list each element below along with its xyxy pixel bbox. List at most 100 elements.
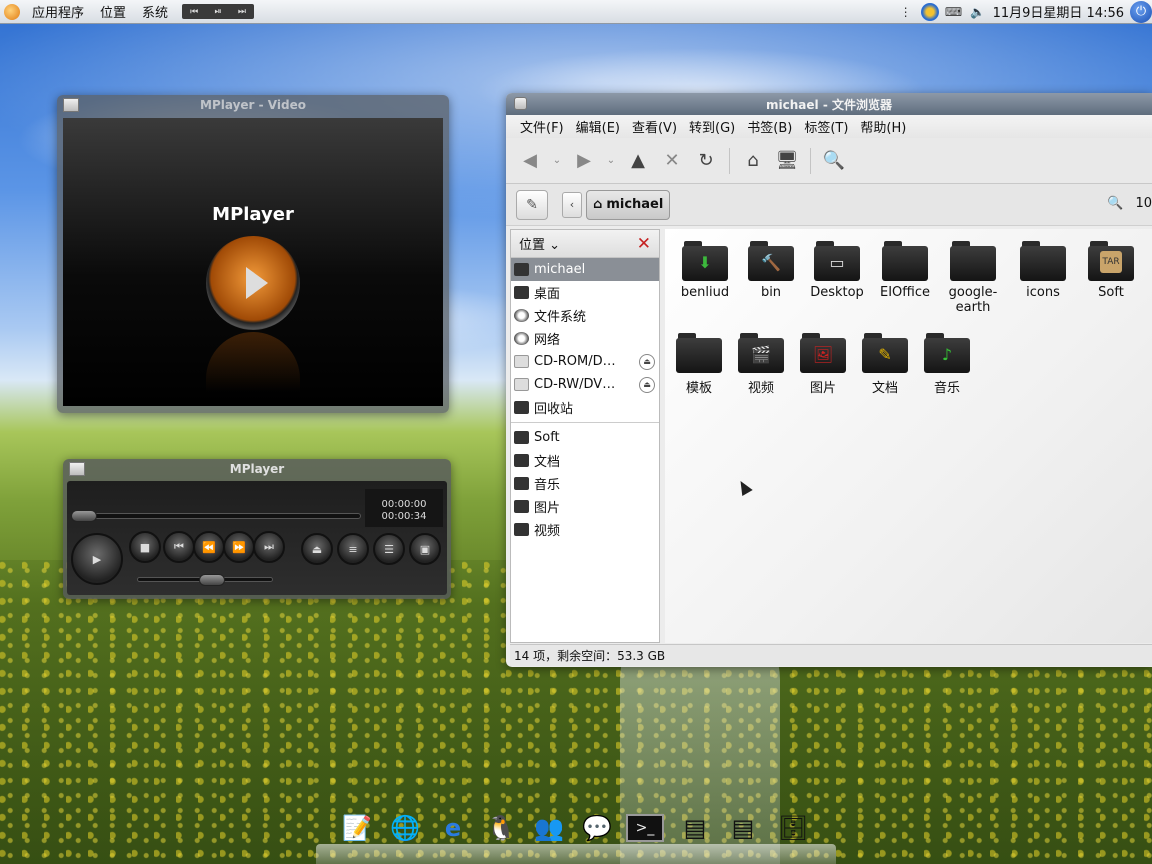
volume-handle[interactable] [199,574,225,586]
seek-handle[interactable] [71,510,97,522]
home-icon[interactable]: ⌂ [739,147,767,175]
video-canvas[interactable]: MPlayer [63,118,443,406]
keyboard-icon[interactable]: ⌨ [945,3,963,21]
distro-logo-icon[interactable] [0,0,24,24]
zoom-out-icon[interactable]: 🔍 [1107,196,1123,211]
breadcrumb-scroll-left-button[interactable]: ‹ [562,191,582,218]
file-item-pictures[interactable]: 🖼 图片 [789,333,857,396]
mplayer-control-titlebar[interactable]: MPlayer [63,459,451,479]
internet-explorer-icon[interactable]: e [434,808,472,848]
bookmark-pictures[interactable]: 图片 [511,495,659,518]
panel-menu-places[interactable]: 位置 [92,2,134,21]
next-button[interactable]: ⏭ [253,531,285,563]
power-icon[interactable]: ⏻ [1130,0,1152,23]
window-menu-icon[interactable] [514,97,527,110]
bookmark-soft[interactable]: Soft [511,426,659,449]
side-pane-close-icon[interactable]: ✕ [637,234,651,254]
text-editor-icon[interactable]: 📝 [338,808,376,848]
forward-history-chevron-icon[interactable]: ⌄ [604,147,618,175]
place-cdrw[interactable]: CD-RW/DV… ⏏ [511,373,659,396]
panel-clock[interactable]: 11月9日星期日 14:56 [993,2,1124,21]
place-cdrom[interactable]: CD-ROM/D… ⏏ [511,350,659,373]
stop-button[interactable]: ■ [129,531,161,563]
eject-icon[interactable]: ⏏ [639,353,655,370]
menu-bookmarks[interactable]: 书签(B) [741,117,798,136]
seek-bar[interactable] [73,513,361,519]
messenger-icon[interactable]: 💬 [578,808,616,848]
bookmark-music[interactable]: 音乐 [511,472,659,495]
time-elapsed: 00:00:00 [381,499,427,510]
mplayer-video-titlebar[interactable]: MPlayer - Video [57,95,449,115]
menu-file[interactable]: 文件(F) [514,117,570,136]
folder-emblem-icon [688,343,710,365]
folder-emblem-icon: TAR [1100,251,1122,273]
file-item-desktop[interactable]: ▭ Desktop [803,241,871,300]
equalizer-button[interactable]: ≡ [337,533,369,565]
forward-arrow-icon[interactable]: ▶ [570,147,598,175]
media-prev-icon[interactable]: ⏮ [190,7,198,17]
rewind-button[interactable]: ⏪ [193,531,225,563]
file-item-label: 视频 [747,381,774,396]
window-menu-icon[interactable] [63,98,79,112]
back-arrow-icon[interactable]: ◀ [516,147,544,175]
window-menu-icon[interactable] [69,462,85,476]
file-item-eioffice[interactable]: EIOffice [871,241,939,300]
place-filesystem[interactable]: 文件系统 [511,304,659,327]
menu-help[interactable]: 帮助(H) [854,117,912,136]
icon-view[interactable]: ⬇ benliud 🔨 bin ▭ Desktop EIOffice google-earth… [665,229,1152,643]
place-home[interactable]: michael [511,258,659,281]
menu-edit[interactable]: 编辑(E) [570,117,626,136]
video-play-logo-icon [206,236,300,330]
panel-menu-system[interactable]: 系统 [134,2,176,21]
file-cabinet-icon[interactable]: 🗄 [774,808,812,848]
bookmark-documents[interactable]: 文档 [511,449,659,472]
eject-button[interactable]: ⏏ [301,533,333,565]
file-item-documents[interactable]: ✎ 文档 [851,333,919,396]
file-item-soft[interactable]: TAR Soft [1077,241,1145,300]
volume-icon[interactable]: 🔈 [969,3,987,21]
qq-swirl-icon[interactable] [920,2,939,21]
playlist-button[interactable]: ☰ [373,533,405,565]
notes-icon[interactable]: ▤ [724,808,762,848]
terminal-icon[interactable]: >_ [626,814,664,842]
zoom-level[interactable]: 10 [1135,196,1152,211]
file-item-benliud[interactable]: ⬇ benliud [671,241,739,300]
back-history-chevron-icon[interactable]: ⌄ [550,147,564,175]
fullscreen-button[interactable]: ▣ [409,533,441,565]
file-item-google-earth[interactable]: google-earth [939,241,1007,315]
place-desktop[interactable]: 桌面 [511,281,659,304]
place-network[interactable]: 网络 [511,327,659,350]
tray-handle-icon[interactable]: ⋮ [897,3,915,21]
play-button[interactable]: ▶ [71,533,123,585]
file-browser-titlebar[interactable]: michael - 文件浏览器 [506,93,1152,115]
computer-icon[interactable]: 🖥 [773,147,801,175]
chat-icon[interactable]: 👥 [530,808,568,848]
search-icon[interactable]: 🔍 [820,147,848,175]
eject-icon[interactable]: ⏏ [639,376,655,393]
menu-tabs[interactable]: 标签(T) [798,117,854,136]
notes-icon[interactable]: ▤ [676,808,714,848]
location-toggle-button[interactable]: ✎ [516,189,548,220]
file-item-music[interactable]: ♪ 音乐 [913,333,981,396]
media-next-icon[interactable]: ⏭ [238,7,246,17]
file-item-videos[interactable]: 🎬 视频 [727,333,795,396]
menu-go[interactable]: 转到(G) [683,117,741,136]
side-pane-selector[interactable]: 位置 ⌄ [519,234,560,253]
side-pane: 位置 ⌄ ✕ michael 桌面 文件系统 网络 CD-ROM/D… ⏏ CD-… [510,229,660,643]
reload-icon[interactable]: ↻ [692,147,720,175]
up-arrow-icon[interactable]: ▲ [624,147,652,175]
file-item-icons[interactable]: icons [1009,241,1077,300]
bookmark-videos[interactable]: 视频 [511,518,659,541]
browser-globe-icon[interactable]: 🌐 [386,808,424,848]
menu-view[interactable]: 查看(V) [626,117,683,136]
file-item-templates[interactable]: 模板 [665,333,733,396]
breadcrumb-home[interactable]: ⌂ michael [586,189,671,220]
panel-menu-applications[interactable]: 应用程序 [24,2,92,21]
file-item-bin[interactable]: 🔨 bin [737,241,805,300]
place-trash[interactable]: 回收站 [511,396,659,419]
forward-button[interactable]: ⏩ [223,531,255,563]
media-playpause-icon[interactable]: ⏯ [214,7,221,17]
qq-penguin-icon[interactable]: 🐧 [482,808,520,848]
previous-button[interactable]: ⏮ [163,531,195,563]
stop-icon[interactable]: ✕ [658,147,686,175]
